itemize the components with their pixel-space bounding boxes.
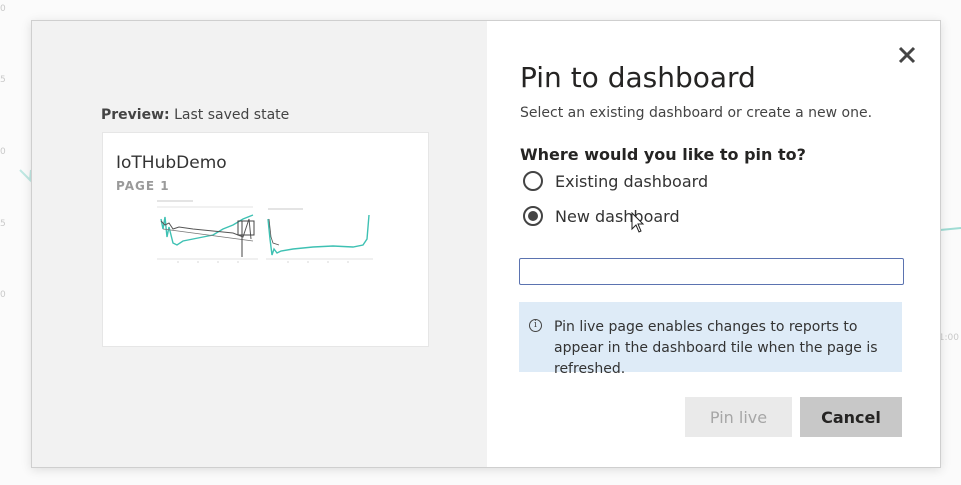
- preview-label-bold: Preview:: [101, 107, 170, 123]
- radio-button[interactable]: [523, 171, 543, 191]
- preview-card-title: IoTHubDemo: [116, 153, 227, 173]
- info-icon: i: [529, 319, 542, 332]
- preview-card-page: PAGE 1: [116, 179, 170, 193]
- info-message: i Pin live page enables changes to repor…: [519, 302, 902, 377]
- close-button[interactable]: [896, 44, 918, 66]
- pin-live-button[interactable]: Pin live: [685, 397, 792, 437]
- dashboard-name-input[interactable]: [519, 258, 904, 285]
- radio-existing-dashboard[interactable]: Existing dashboard: [520, 171, 708, 191]
- pin-location-question: Where would you like to pin to?: [520, 145, 806, 164]
- pin-to-dashboard-dialog: Preview: Last saved state IoTHubDemo PAG…: [31, 20, 941, 468]
- radio-button-selected[interactable]: [523, 206, 543, 226]
- radio-new-dashboard[interactable]: New dashboard: [520, 206, 680, 226]
- preview-card: IoTHubDemo PAGE 1: [102, 132, 429, 347]
- report-thumbnail: [157, 200, 373, 263]
- info-text: Pin live page enables changes to reports…: [554, 319, 878, 377]
- dialog-subtitle: Select an existing dashboard or create a…: [520, 105, 873, 121]
- radio-label: New dashboard: [555, 206, 680, 226]
- dialog-title: Pin to dashboard: [520, 61, 756, 94]
- radio-label: Existing dashboard: [555, 171, 709, 191]
- preview-label-state: Last saved state: [174, 107, 290, 123]
- mouse-cursor-icon: [631, 212, 645, 233]
- cancel-button[interactable]: Cancel: [800, 397, 902, 437]
- preview-label: Preview: Last saved state: [101, 107, 289, 123]
- preview-pane: Preview: Last saved state IoTHubDemo PAG…: [32, 21, 487, 467]
- close-icon: [898, 46, 916, 64]
